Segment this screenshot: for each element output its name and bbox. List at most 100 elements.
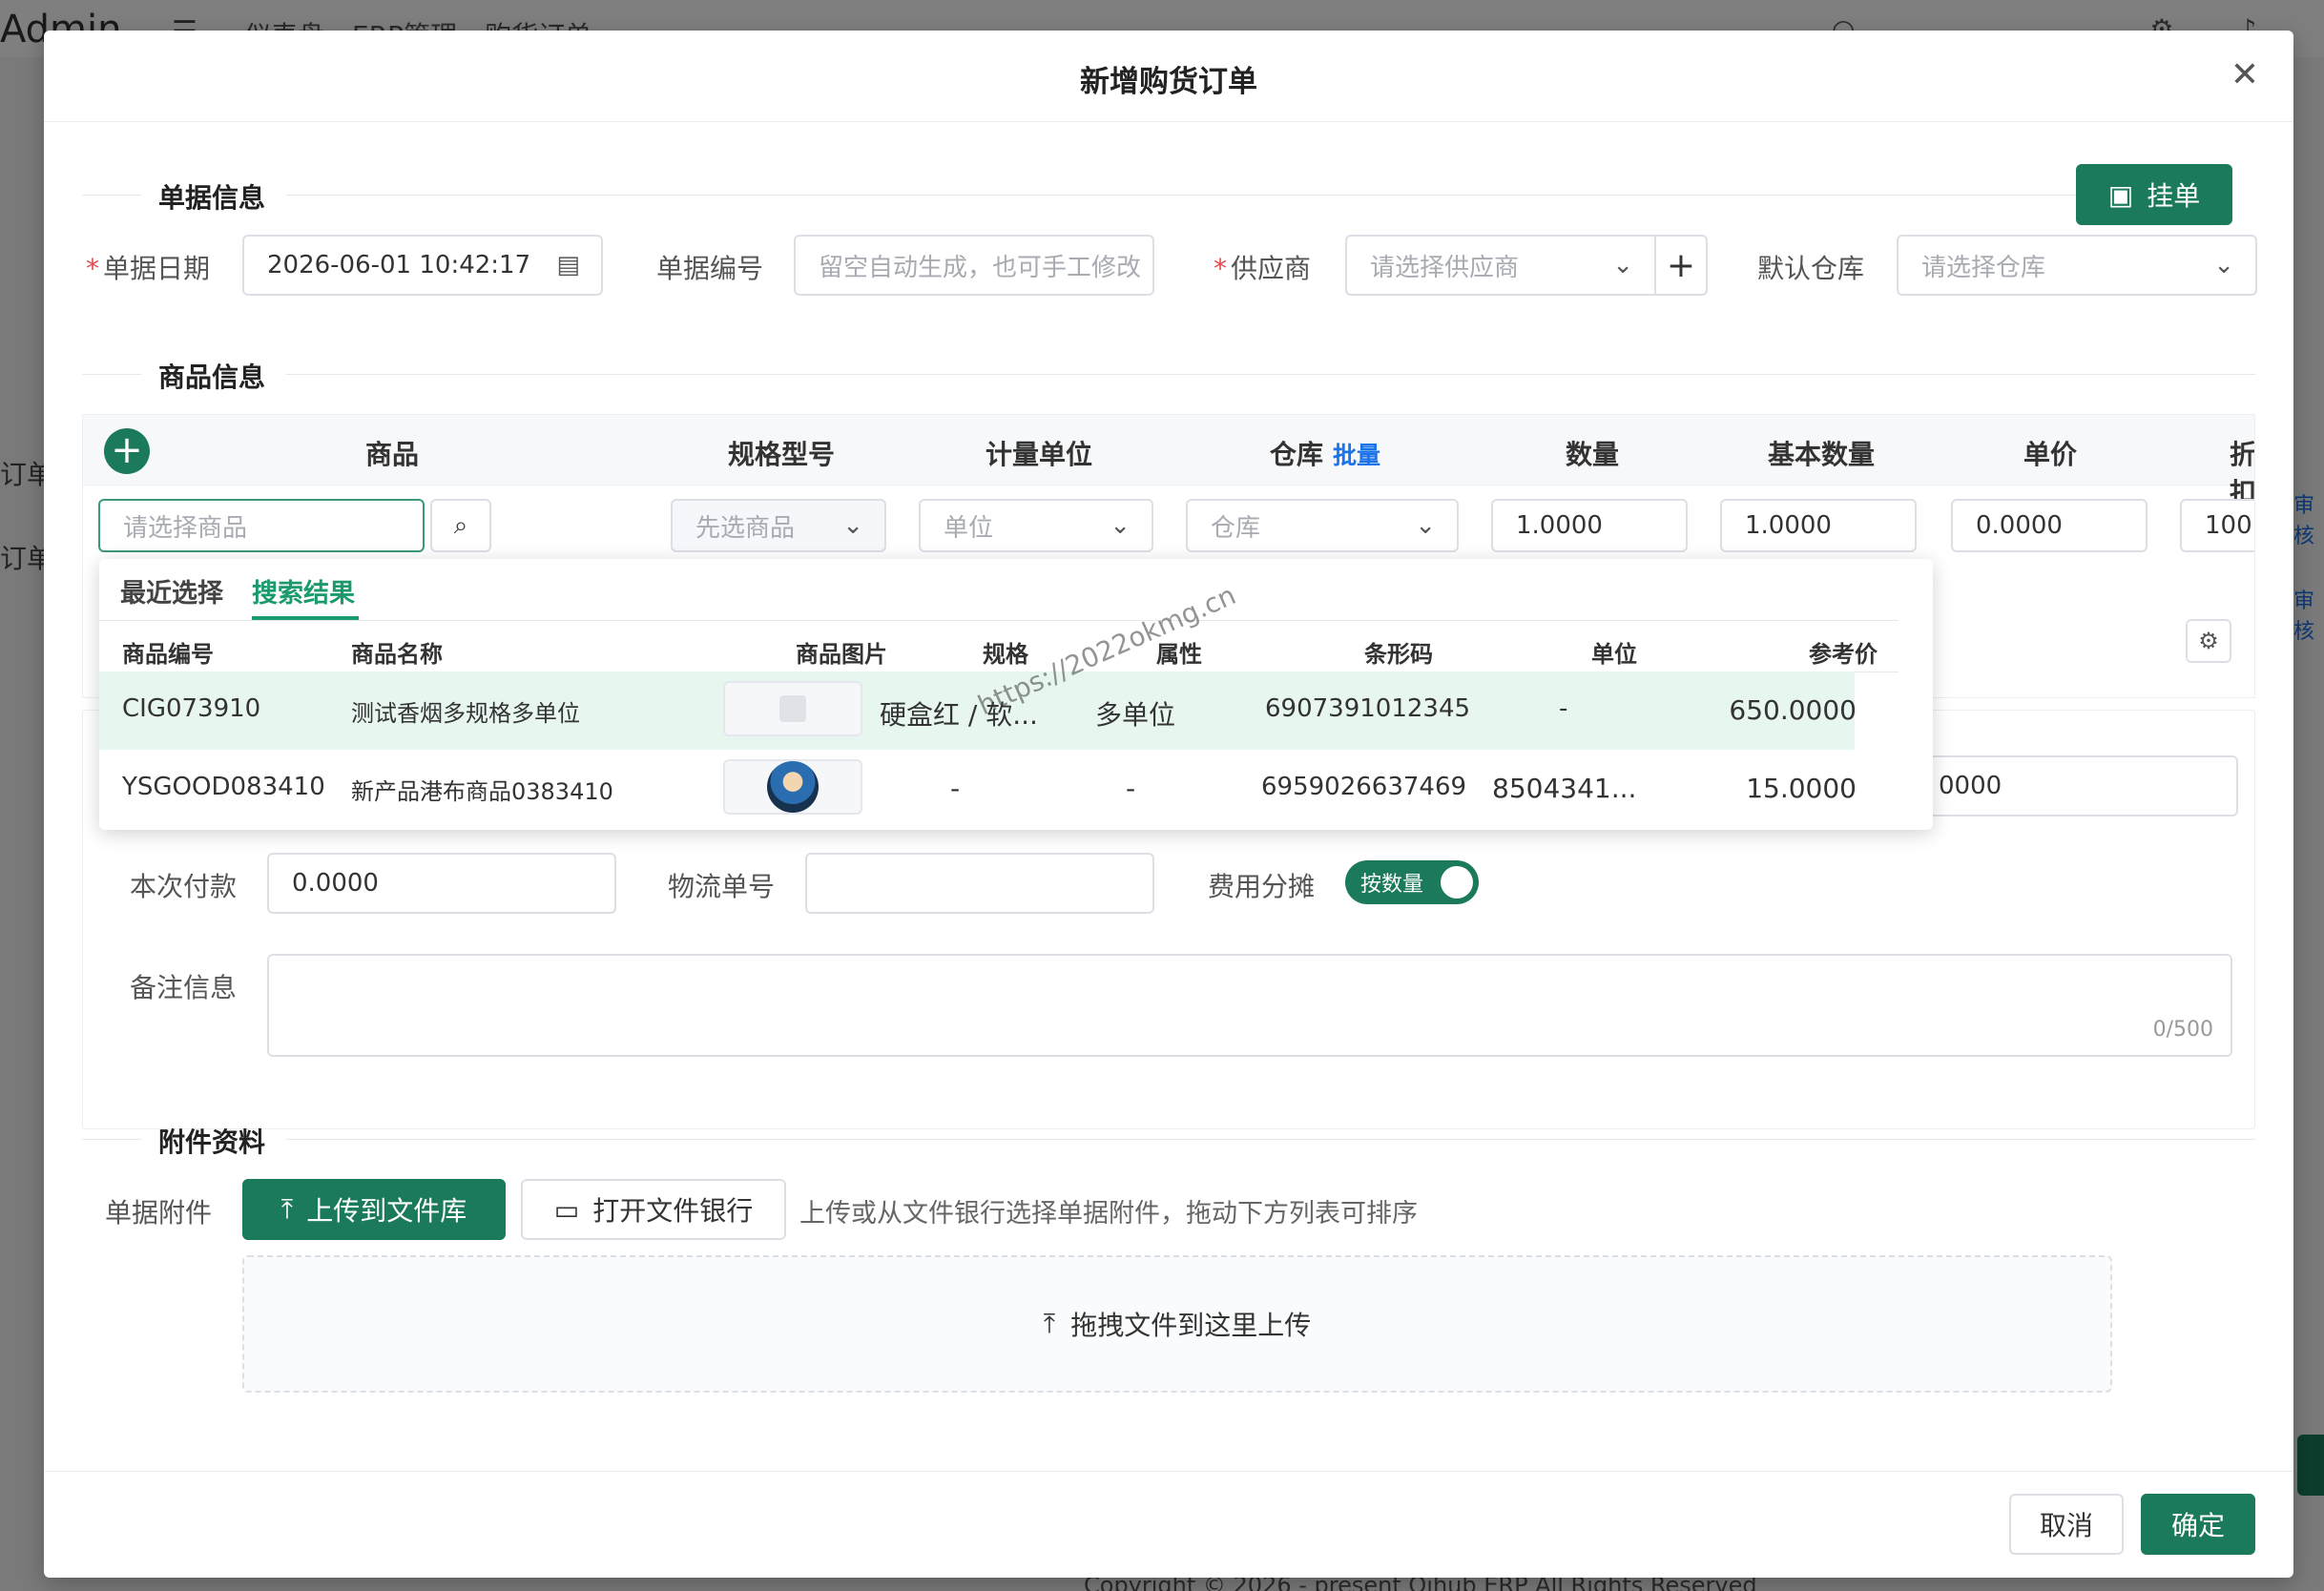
default-warehouse-select[interactable]: 请选择仓库 ⌄ <box>1897 235 2257 296</box>
result-header-image: 商品图片 <box>796 641 887 668</box>
column-header-unit: 计量单位 <box>986 439 1093 470</box>
order-number-label: 单据编号 <box>656 253 764 284</box>
row-warehouse-placeholder: 仓库 <box>1211 513 1261 543</box>
product-image <box>723 759 862 815</box>
amount-value: 0000 <box>1939 772 2002 800</box>
tab-recent[interactable]: 最近选择 <box>120 572 223 610</box>
search-icon: ⌕ <box>453 510 468 540</box>
pay-input[interactable]: 0.0000 <box>267 853 616 914</box>
column-header-product: 商品 <box>365 439 420 470</box>
toggle-knob <box>1441 866 1473 899</box>
add-row-button[interactable]: + <box>104 428 150 474</box>
date-value: 2026-06-01 10:42:17 <box>267 251 531 279</box>
tabs-divider <box>99 620 1899 621</box>
add-supplier-button[interactable]: + <box>1654 235 1708 296</box>
upload-to-library-button[interactable]: ⤒ 上传到文件库 <box>242 1179 506 1240</box>
remark-textarea[interactable]: 0/500 <box>267 954 2232 1057</box>
result-spec: - <box>950 773 961 804</box>
product-placeholder: 请选择商品 <box>123 513 248 543</box>
discount-value: 100.0000 <box>2205 511 2255 540</box>
section-divider <box>286 1139 2255 1140</box>
result-barcode: 6959026637469 <box>1261 773 1467 801</box>
result-barcode: 6907391012345 <box>1265 694 1471 723</box>
quantity-value: 1.0000 <box>1516 511 1603 540</box>
unit-select[interactable]: 单位 ⌄ <box>919 499 1153 552</box>
result-attr: - <box>1126 773 1136 804</box>
date-picker[interactable]: 2026-06-01 10:42:17 ▤ <box>242 235 603 296</box>
order-number-placeholder: 留空自动生成，也可手工修改 <box>819 253 1142 282</box>
save-icon: ▣ <box>2107 178 2134 211</box>
amount-input[interactable]: 0000 <box>1914 755 2238 816</box>
chevron-down-icon: ⌄ <box>1415 511 1436 540</box>
spec-placeholder: 先选商品 <box>695 513 796 543</box>
quantity-input[interactable]: 1.0000 <box>1491 499 1688 552</box>
logistics-input[interactable] <box>805 853 1154 914</box>
pay-value: 0.0000 <box>292 869 379 898</box>
chevron-down-icon: ⌄ <box>2213 251 2234 279</box>
file-bank-button-label: 打开文件银行 <box>592 1195 754 1227</box>
section-title-doc-info: 单据信息 <box>158 182 266 214</box>
base-quantity-input[interactable]: 1.0000 <box>1720 499 1917 552</box>
product-image-placeholder <box>723 681 862 736</box>
section-divider <box>82 1139 141 1140</box>
default-warehouse-label: 默认仓库 <box>1757 253 1865 284</box>
result-code: YSGOOD083410 <box>122 773 325 801</box>
supplier-placeholder: 请选择供应商 <box>1370 253 1520 282</box>
calendar-icon: ▤ <box>556 251 580 279</box>
unit-placeholder: 单位 <box>944 513 994 543</box>
spec-select[interactable]: 先选商品 ⌄ <box>671 499 886 552</box>
price-input[interactable]: 0.0000 <box>1951 499 2148 552</box>
column-header-warehouse: 仓库 批量 <box>1270 439 1381 470</box>
batch-link[interactable]: 批量 <box>1333 442 1380 469</box>
upload-icon: ⤒ <box>1043 1308 1056 1339</box>
chevron-down-icon: ⌄ <box>842 511 863 540</box>
result-unit: - <box>1559 694 1568 723</box>
footer-divider <box>44 1471 2293 1472</box>
cancel-button[interactable]: 取消 <box>2009 1494 2124 1555</box>
supplier-select[interactable]: 请选择供应商 ⌄ <box>1345 235 1656 296</box>
date-label: * 单据日期 <box>86 253 211 284</box>
tab-search-results[interactable]: 搜索结果 <box>252 572 355 610</box>
chevron-down-icon: ⌄ <box>1110 511 1131 540</box>
allocation-label: 费用分摊 <box>1208 871 1316 902</box>
goods-table-header: + 商品 规格型号 计量单位 仓库批量 数量 基本数量 单价 折扣率 <box>83 415 2254 547</box>
confirm-button[interactable]: 确定 <box>2141 1494 2255 1555</box>
close-icon[interactable]: ✕ <box>2231 55 2259 94</box>
open-file-bank-button[interactable]: ▭ 打开文件银行 <box>521 1179 786 1240</box>
result-row[interactable]: CIG073910 测试香烟多规格多单位 硬盒红 / 软... 多单位 6907… <box>99 672 1857 750</box>
result-name: 新产品港布商品0383410 <box>351 778 613 805</box>
allocation-toggle[interactable]: 按数量 <box>1345 860 1479 904</box>
attachment-label: 单据附件 <box>105 1197 213 1229</box>
result-header-unit: 单位 <box>1591 641 1637 668</box>
column-header-base-quantity: 基本数量 <box>1768 439 1876 470</box>
dropzone-text: 拖拽文件到这里上传 <box>1070 1310 1312 1341</box>
order-number-input[interactable]: 留空自动生成，也可手工修改 <box>794 235 1154 296</box>
row-warehouse-select[interactable]: 仓库 ⌄ <box>1186 499 1459 552</box>
result-header-price: 参考价 <box>1809 641 1878 668</box>
result-name: 测试香烟多规格多单位 <box>351 700 580 727</box>
upload-icon: ⤒ <box>280 1193 294 1225</box>
upload-dropzone[interactable]: ⤒ 拖拽文件到这里上传 <box>242 1255 2112 1393</box>
result-header-barcode: 条形码 <box>1364 641 1433 668</box>
remark-label: 备注信息 <box>130 972 238 1003</box>
result-code: CIG073910 <box>122 694 261 723</box>
discount-input[interactable]: 100.0000 <box>2180 499 2255 552</box>
cancel-label: 取消 <box>2039 1510 2093 1541</box>
section-title-goods: 商品信息 <box>158 362 266 393</box>
chevron-down-icon: ⌄ <box>1612 251 1633 279</box>
section-divider <box>82 195 141 196</box>
hang-order-button[interactable]: ▣ 挂单 <box>2076 164 2232 225</box>
price-value: 0.0000 <box>1976 511 2063 540</box>
table-settings-button[interactable]: ⚙ <box>2186 619 2231 663</box>
product-search-input[interactable]: 请选择商品 <box>98 499 425 552</box>
upload-button-label: 上传到文件库 <box>306 1195 467 1227</box>
remark-counter: 0/500 <box>2152 1018 2213 1042</box>
product-search-button[interactable]: ⌕ <box>430 499 491 552</box>
logistics-label: 物流单号 <box>668 871 776 902</box>
allocation-toggle-label: 按数量 <box>1360 873 1424 897</box>
hang-order-label: 挂单 <box>2147 180 2201 212</box>
result-header-spec: 规格 <box>983 641 1028 668</box>
result-row[interactable]: YSGOOD083410 新产品港布商品0383410 - - 69590266… <box>99 750 1857 828</box>
attachment-hint: 上传或从文件银行选择单据附件，拖动下方列表可排序 <box>799 1199 1418 1229</box>
product-photo <box>767 761 819 813</box>
